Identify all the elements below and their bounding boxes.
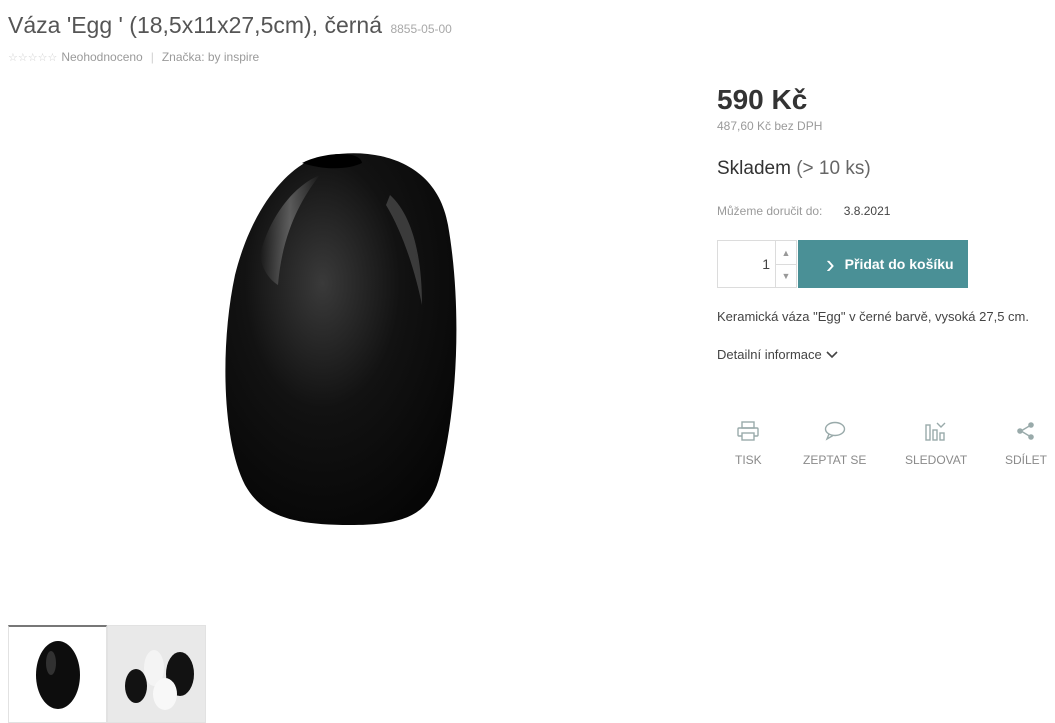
rating-text: Neohodnoceno bbox=[61, 50, 143, 64]
delivery-info: Můžeme doručit do: 3.8.2021 bbox=[717, 204, 890, 218]
rating-stars-icon[interactable]: ☆☆☆☆☆ bbox=[8, 51, 57, 64]
print-icon bbox=[736, 420, 760, 442]
quantity-stepper: ▲ ▼ bbox=[717, 240, 797, 288]
delivery-label: Můžeme doručit do: bbox=[717, 204, 823, 218]
print-action[interactable]: TISK bbox=[735, 420, 762, 467]
thumbnail-1[interactable] bbox=[8, 625, 107, 723]
short-description: Keramická váza "Egg" v černé barvě, vyso… bbox=[717, 309, 1029, 324]
chevron-down-icon bbox=[826, 350, 838, 358]
stock-count: (> 10 ks) bbox=[796, 158, 871, 179]
ask-label: ZEPTAT SE bbox=[803, 453, 867, 467]
stock-label: Skladem bbox=[717, 158, 791, 179]
meta-separator: | bbox=[150, 50, 154, 64]
thumbnail-vase-set-image bbox=[125, 650, 194, 710]
thumbnail-2[interactable] bbox=[107, 625, 206, 723]
ask-action[interactable]: ZEPTAT SE bbox=[803, 420, 866, 467]
chevron-right-icon: › bbox=[826, 249, 835, 279]
brand-label: Značka: bbox=[161, 50, 205, 64]
main-product-image[interactable] bbox=[190, 105, 510, 545]
detail-info-label: Detailní informace bbox=[717, 347, 822, 362]
share-action[interactable]: SDÍLET bbox=[1005, 420, 1047, 467]
add-to-cart-button[interactable]: › Přidat do košíku bbox=[798, 240, 968, 288]
product-price: 590 Kč bbox=[717, 84, 808, 115]
product-title: Váza 'Egg ' (18,5x11x27,5cm), černá bbox=[8, 12, 382, 38]
share-icon bbox=[1014, 420, 1038, 442]
add-to-cart-label: Přidat do košíku bbox=[844, 256, 954, 272]
thumbnail-gallery bbox=[8, 625, 206, 723]
watch-action[interactable]: SLEDOVAT bbox=[905, 420, 967, 467]
brand-link[interactable]: by inspire bbox=[208, 50, 259, 64]
product-title-row: Váza 'Egg ' (18,5x11x27,5cm), černá 8855… bbox=[8, 12, 452, 39]
chart-watch-icon bbox=[924, 420, 948, 442]
availability-status: Skladem (> 10 ks) bbox=[717, 158, 871, 180]
detail-info-toggle[interactable]: Detailní informace bbox=[717, 347, 838, 362]
delivery-date: 3.8.2021 bbox=[843, 204, 891, 218]
vase-image bbox=[225, 153, 457, 525]
watch-label: SLEDOVAT bbox=[905, 453, 968, 467]
print-label: TISK bbox=[735, 453, 762, 467]
thumbnail-vase-image bbox=[36, 641, 80, 709]
quantity-decrease-icon[interactable]: ▼ bbox=[775, 264, 796, 287]
quantity-input[interactable] bbox=[718, 241, 776, 287]
quantity-increase-icon[interactable]: ▲ bbox=[775, 241, 796, 265]
product-meta: ☆☆☆☆☆ Neohodnoceno | Značka: by inspire bbox=[8, 50, 259, 64]
chat-icon bbox=[823, 420, 847, 442]
product-code: 8855-05-00 bbox=[390, 22, 452, 36]
price-without-vat: 487,60 Kč bez DPH bbox=[717, 119, 823, 133]
share-label: SDÍLET bbox=[1005, 453, 1048, 467]
